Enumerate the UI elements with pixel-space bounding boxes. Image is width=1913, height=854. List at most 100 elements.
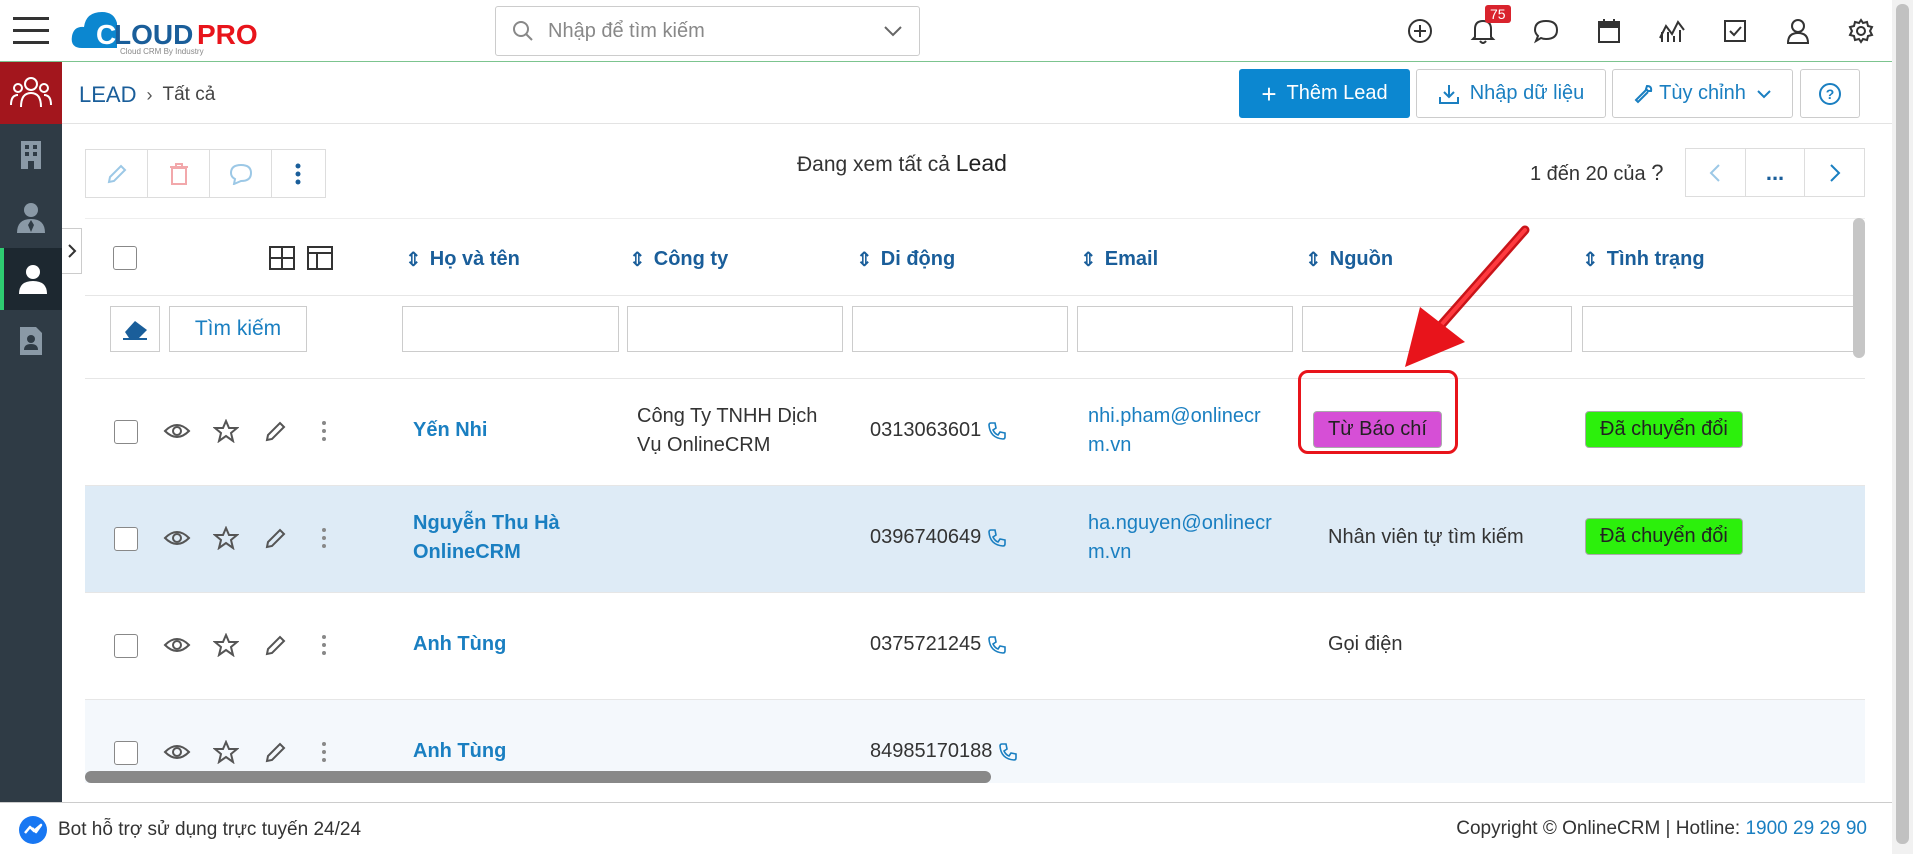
row-checkbox[interactable] <box>114 741 138 765</box>
user-profile-icon[interactable] <box>1766 0 1829 62</box>
sidebar-item-contacts-group[interactable] <box>0 62 62 124</box>
filter-input-company[interactable] <box>627 306 843 352</box>
bulk-delete-button[interactable] <box>148 150 210 197</box>
pencil-icon[interactable] <box>264 740 288 764</box>
star-icon[interactable] <box>213 633 239 657</box>
phone-icon[interactable] <box>987 528 1007 548</box>
more-vertical-icon[interactable] <box>321 740 327 764</box>
total-unknown[interactable]: ? <box>1651 160 1663 185</box>
phone-icon[interactable] <box>987 635 1007 655</box>
column-header-source[interactable]: ⇕ Nguồn <box>1305 247 1393 272</box>
column-header-fullname[interactable]: ⇕ Họ và tên <box>405 247 520 272</box>
eye-icon[interactable] <box>163 742 191 762</box>
expand-sidebar-toggle[interactable] <box>62 228 82 274</box>
global-search[interactable]: Nhập để tìm kiếm <box>495 6 920 56</box>
viewing-label: Đang xem tất cả Lead <box>797 150 1007 176</box>
sidebar-item-document[interactable] <box>0 310 62 372</box>
breadcrumb-view[interactable]: Tất cả <box>162 84 215 106</box>
filter-input-status[interactable] <box>1582 306 1865 352</box>
lead-mobile[interactable]: 0375721245 <box>870 630 1007 659</box>
menu-icon[interactable] <box>0 0 62 62</box>
table-row[interactable]: Nguyễn Thu Hà OnlineCRM 0396740649 ha.ngu… <box>85 486 1865 593</box>
column-header-mobile[interactable]: ⇕ Di động <box>856 247 955 272</box>
bulk-edit-button[interactable] <box>86 150 148 197</box>
star-icon[interactable] <box>213 419 239 443</box>
lead-name-link[interactable]: Yến Nhi <box>413 416 487 445</box>
more-vertical-icon[interactable] <box>321 419 327 443</box>
svg-text:LOUD: LOUD <box>114 19 193 50</box>
sidebar-item-contact[interactable] <box>0 186 62 248</box>
task-check-icon[interactable] <box>1703 0 1766 62</box>
eye-icon[interactable] <box>163 421 191 441</box>
more-actions-button[interactable] <box>272 150 324 197</box>
lead-mobile[interactable]: 0396740649 <box>870 523 1007 552</box>
customize-button[interactable]: Tùy chỉnh <box>1612 69 1793 118</box>
gear-icon[interactable] <box>1829 0 1892 62</box>
lead-name-link[interactable]: Anh Tùng <box>413 630 506 659</box>
select-all-checkbox[interactable] <box>113 246 137 270</box>
page-jump-button[interactable]: ... <box>1746 149 1806 196</box>
eye-icon[interactable] <box>163 635 191 655</box>
star-icon[interactable] <box>213 740 239 764</box>
help-button[interactable]: ? <box>1800 69 1860 118</box>
page-scrollbar[interactable] <box>1892 0 1913 854</box>
lead-list-table: ⇕ Họ và tên ⇕ Công ty ⇕ Di động ⇕ Email ⇕ Ngu… <box>85 218 1865 783</box>
cloudpro-logo[interactable]: C LOUD PRO Cloud CRM By Industry <box>70 6 295 56</box>
calendar-icon[interactable] <box>1577 0 1640 62</box>
grid-view-icon[interactable] <box>269 246 295 270</box>
next-page-button[interactable] <box>1805 149 1864 196</box>
import-data-button[interactable]: Nhập dữ liệu <box>1416 69 1606 118</box>
column-header-email[interactable]: ⇕ Email <box>1080 247 1158 272</box>
status-badge: Đã chuyển đổi <box>1585 411 1743 448</box>
sidebar-item-lead[interactable] <box>0 248 62 310</box>
search-input[interactable]: Nhập để tìm kiếm <box>548 20 883 43</box>
row-checkbox[interactable] <box>114 420 138 444</box>
pager: ... <box>1685 148 1865 197</box>
support-bot-link[interactable]: Bot hỗ trợ sử dụng trực tuyến 24/24 <box>18 815 361 845</box>
sidebar-item-company[interactable] <box>0 124 62 186</box>
bulk-comment-button[interactable] <box>210 150 272 197</box>
breadcrumb-module[interactable]: LEAD <box>79 82 136 108</box>
eye-icon[interactable] <box>163 528 191 548</box>
horizontal-scrollbar[interactable] <box>85 771 991 783</box>
pencil-icon[interactable] <box>264 633 288 657</box>
filter-input-email[interactable] <box>1077 306 1293 352</box>
lead-source: Nhân viên tự tìm kiếm <box>1328 526 1524 548</box>
clear-filter-button[interactable] <box>110 306 160 352</box>
column-header-company[interactable]: ⇕ Công ty <box>629 247 728 272</box>
phone-icon[interactable] <box>987 421 1007 441</box>
hotline-link[interactable]: 1900 29 29 90 <box>1745 818 1867 839</box>
lead-email-link[interactable]: ha.nguyen@onlinecr m.vn <box>1088 509 1272 567</box>
comment-icon <box>229 163 252 185</box>
search-filter-button[interactable]: Tìm kiếm <box>169 306 307 352</box>
split-view-icon[interactable] <box>307 246 333 270</box>
table-vertical-scrollbar[interactable] <box>1853 218 1865 358</box>
pencil-icon[interactable] <box>264 526 288 550</box>
add-icon[interactable] <box>1388 0 1451 62</box>
pencil-icon[interactable] <box>264 419 288 443</box>
table-row[interactable]: Anh Tùng 0375721245 Gọi điện <box>85 593 1865 700</box>
sort-icon: ⇕ <box>856 249 873 271</box>
add-lead-button[interactable]: + Thêm Lead <box>1239 69 1410 118</box>
lead-mobile[interactable]: 0313063601 <box>870 416 1007 445</box>
lead-name-link[interactable]: Nguyễn Thu Hà OnlineCRM <box>413 509 560 567</box>
row-checkbox[interactable] <box>114 527 138 551</box>
more-vertical-icon[interactable] <box>321 633 327 657</box>
report-chart-icon[interactable] <box>1640 0 1703 62</box>
filter-input-fullname[interactable] <box>402 306 619 352</box>
column-header-status[interactable]: ⇕ Tình trạng <box>1582 247 1705 272</box>
filter-input-mobile[interactable] <box>852 306 1068 352</box>
lead-mobile[interactable]: 84985170188 <box>870 737 1018 766</box>
lead-name-link[interactable]: Anh Tùng <box>413 737 506 766</box>
breadcrumb-bar: LEAD › Tất cả + Thêm Lead Nhập dữ liệu T… <box>62 62 1892 124</box>
notification-bell-icon[interactable]: 75 <box>1451 0 1514 62</box>
lead-email-link[interactable]: nhi.pham@onlinecr m.vn <box>1088 402 1261 460</box>
row-checkbox[interactable] <box>114 634 138 658</box>
star-icon[interactable] <box>213 526 239 550</box>
prev-page-button[interactable] <box>1686 149 1746 196</box>
table-row[interactable]: Yến Nhi Công Ty TNHH Dịch Vụ OnlineCRM 03… <box>85 379 1865 486</box>
more-vertical-icon[interactable] <box>321 526 327 550</box>
chevron-down-icon[interactable] <box>883 25 903 37</box>
chat-icon[interactable] <box>1514 0 1577 62</box>
phone-icon[interactable] <box>998 742 1018 762</box>
